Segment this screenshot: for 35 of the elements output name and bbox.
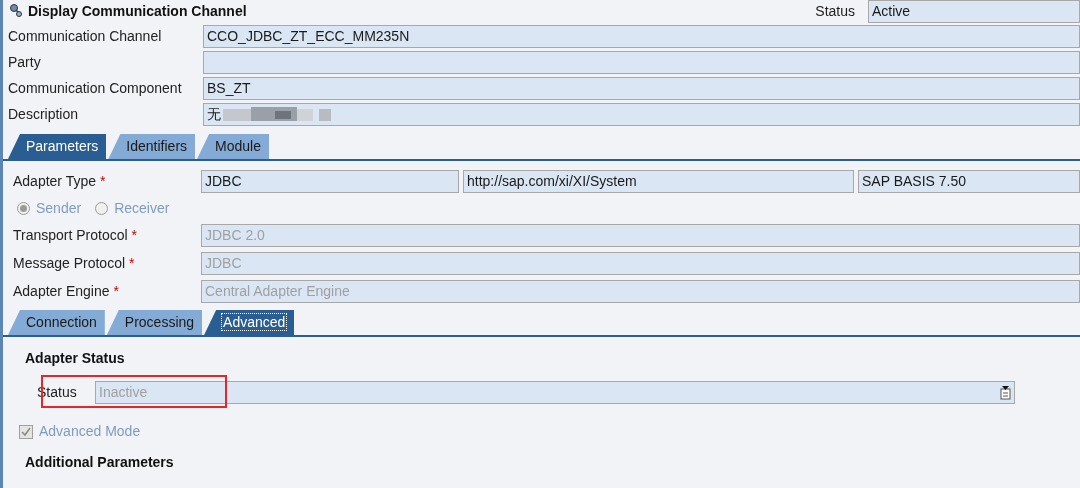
checkbox[interactable] — [19, 424, 33, 439]
text-field[interactable]: CCO_JDBC_ZT_ECC_MM235N — [203, 25, 1080, 48]
radio-label: Receiver — [114, 198, 170, 218]
field-label: Party — [7, 53, 42, 72]
checkbox-label: Advanced Mode — [39, 422, 141, 441]
section-heading: Adapter Status — [25, 349, 126, 368]
text-field[interactable]: JDBC — [201, 169, 459, 193]
section-heading: Additional Parameters — [25, 453, 175, 472]
field-label: Status — [815, 1, 855, 21]
field-label: Communication Component — [7, 79, 183, 98]
tab[interactable]: Advanced — [204, 310, 295, 335]
window-title: Display Communication Channel — [28, 1, 247, 21]
dropdown-icon[interactable] — [1000, 385, 1011, 400]
radio-button[interactable] — [17, 201, 30, 215]
text-field[interactable] — [203, 51, 1080, 74]
field-label: Transport Protocol * — [13, 227, 137, 243]
channel-icon — [8, 3, 24, 19]
tab[interactable]: Connection — [8, 310, 105, 335]
radio-button[interactable] — [95, 201, 109, 215]
radio-label: Sender — [36, 198, 82, 218]
field-label: Adapter Engine * — [13, 283, 119, 299]
text-field[interactable]: BS_ZT — [203, 77, 1080, 100]
text-field[interactable]: SAP BASIS 7.50 — [858, 169, 1080, 193]
tab[interactable]: Processing — [106, 310, 203, 335]
field-value: 无 — [207, 105, 221, 124]
field-label: Communication Channel — [7, 27, 163, 46]
text-field[interactable]: http://sap.com/xi/XI/System — [463, 169, 854, 193]
tab[interactable]: Identifiers — [108, 134, 196, 159]
text-field[interactable]: Active — [868, 0, 1080, 23]
field-label: Message Protocol * — [13, 255, 135, 271]
tab[interactable]: Parameters — [8, 134, 107, 159]
text-field[interactable]: 无 — [203, 103, 1080, 126]
field-label: Description — [7, 105, 80, 124]
field-label: Adapter Type * — [13, 173, 106, 189]
tab[interactable]: Module — [197, 134, 269, 159]
